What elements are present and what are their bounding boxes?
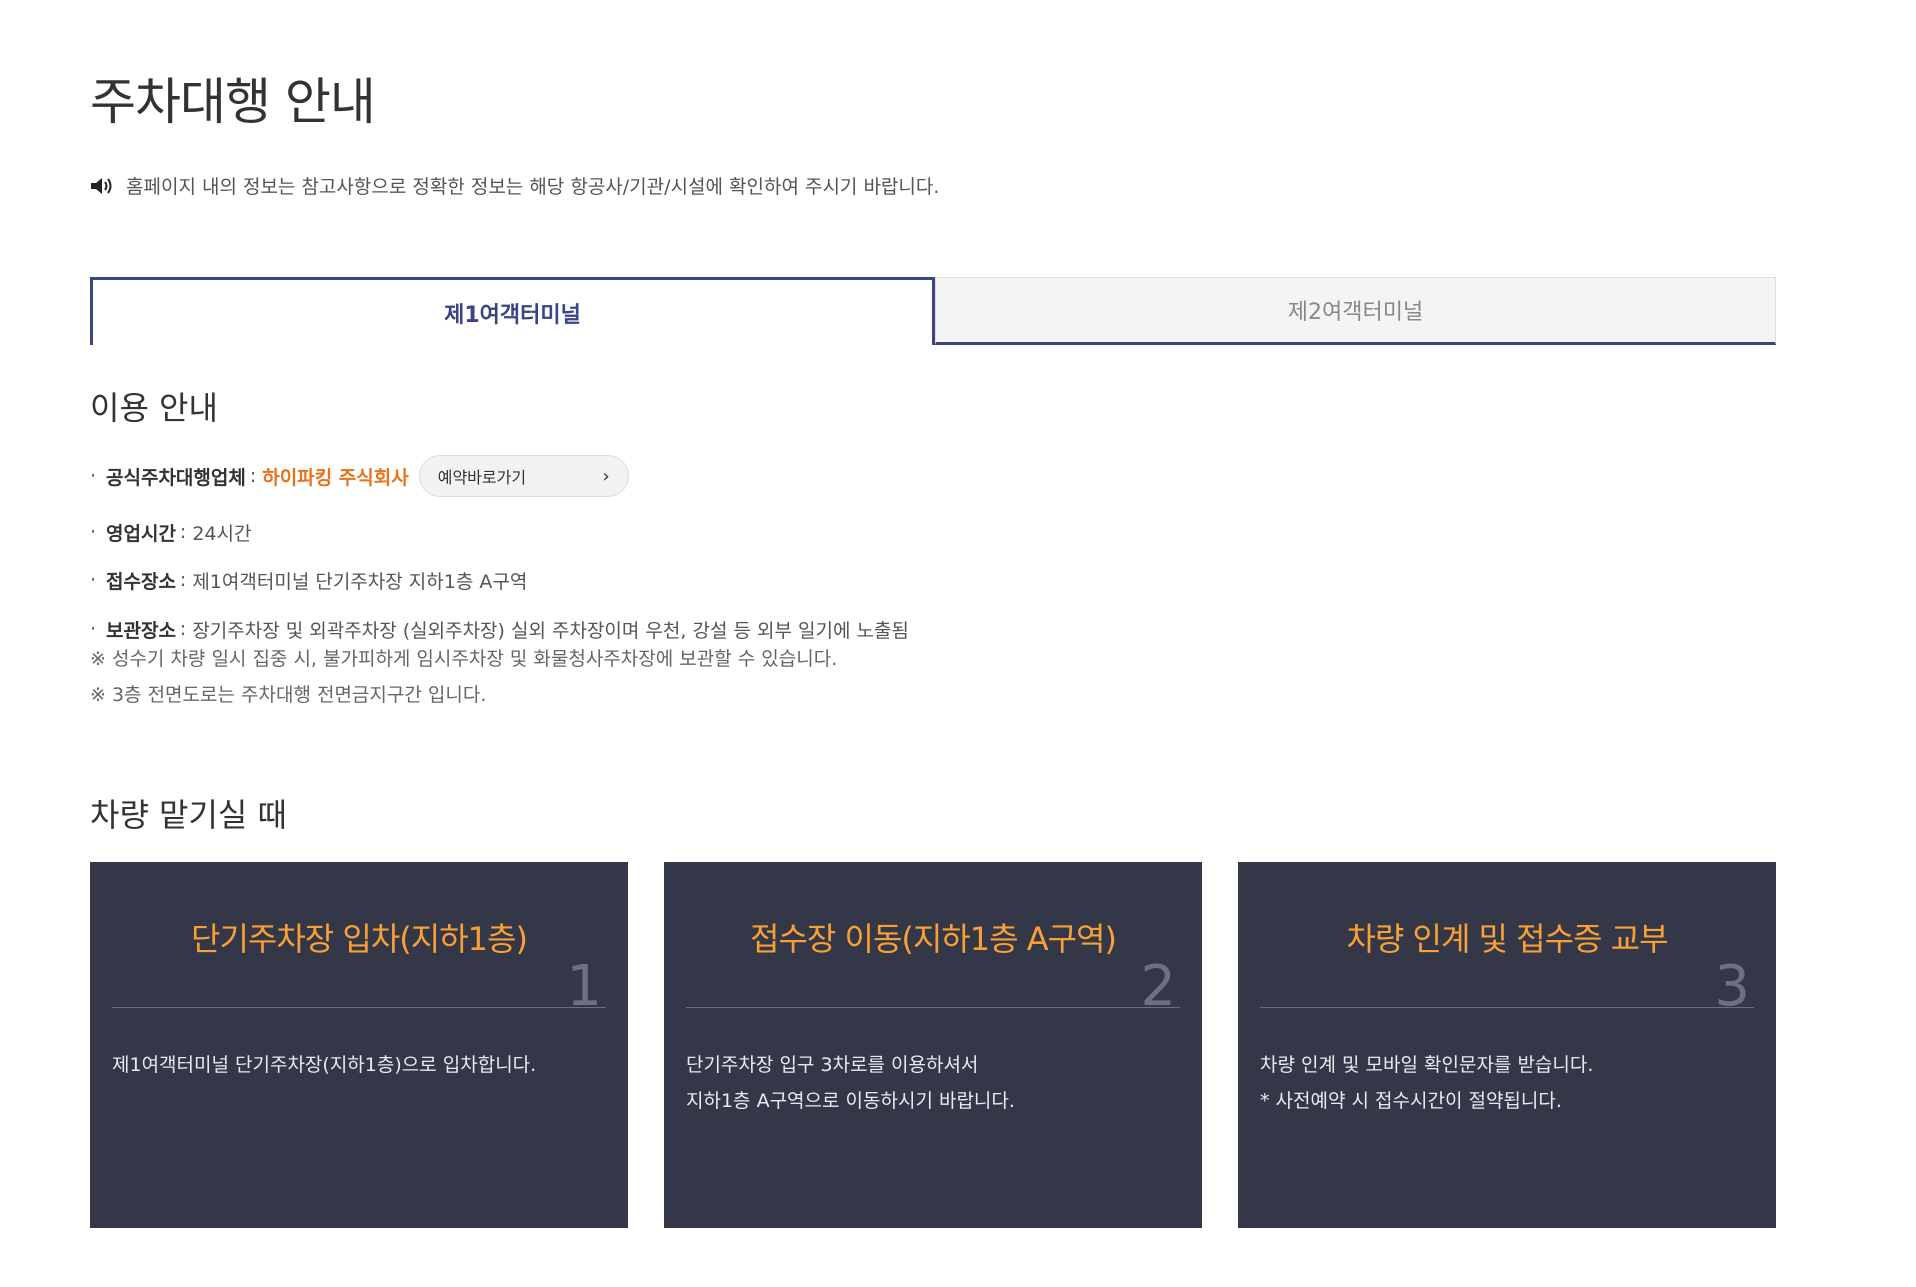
step-description-line: 제1여객터미널 단기주차장(지하1층)으로 입차합니다. (112, 1054, 537, 1076)
info-reception: · 접수장소 : 제1여객터미널 단기주차장 지하1층 A구역 (90, 565, 909, 595)
note-peak-season: ※ 성수기 차량 일시 집중 시, 불가피하게 임시주차장 및 화물청사주차장에… (90, 648, 838, 670)
reserve-button-label: 예약바로가기 (437, 468, 527, 487)
step-description-line: 차량 인계 및 모바일 확인문자를 받습니다. (1260, 1054, 1594, 1076)
hours-label: 영업시간 (106, 522, 176, 545)
terminal-tabs: 제1여객터미널 제2여객터미널 (90, 277, 1776, 345)
step-number: 1 (566, 954, 602, 1019)
info-hours: · 영업시간 : 24시간 (90, 517, 909, 547)
chevron-right-icon: › (602, 465, 610, 487)
note-no-valet-zone: ※ 3층 전면도로는 주차대행 전면금지구간 입니다. (90, 684, 487, 706)
separator: : (179, 569, 187, 591)
tab-terminal-1[interactable]: 제1여객터미널 (90, 277, 935, 345)
separator: : (249, 465, 257, 487)
step-title: 접수장 이동(지하1층 A구역) (750, 920, 1117, 958)
notice-bar: 홈페이지 내의 정보는 참고사항으로 정확한 정보는 해당 항공사/기관/시설에… (90, 172, 939, 199)
notice-text: 홈페이지 내의 정보는 참고사항으로 정확한 정보는 해당 항공사/기관/시설에… (126, 176, 940, 198)
bullet: · (90, 618, 97, 640)
bullet: · (90, 569, 97, 591)
dropoff-steps: 단기주차장 입차(지하1층) 1 제1여객터미널 단기주차장(지하1층)으로 입… (90, 862, 1776, 1228)
speaker-icon (91, 177, 112, 194)
step-description: 차량 인계 및 모바일 확인문자를 받습니다. * 사전예약 시 접수시간이 절… (1260, 1047, 1754, 1119)
step-title: 차량 인계 및 접수증 교부 (1346, 920, 1668, 958)
step-divider (1260, 1007, 1754, 1008)
operator-name: 하이파킹 주식회사 (262, 466, 409, 489)
step-divider (112, 1007, 606, 1008)
dropoff-heading: 차량 맡기실 때 (90, 796, 287, 834)
step-description-line: * 사전예약 시 접수시간이 절약됩니다. (1260, 1090, 1562, 1112)
operator-label: 공식주차대행업체 (106, 466, 246, 489)
hours-value: 24시간 (192, 522, 252, 545)
usage-info-list: · 공식주차대행업체 : 하이파킹 주식회사 예약바로가기 › · 영업시간 :… (90, 455, 909, 644)
step-divider (686, 1007, 1180, 1008)
step-card: 접수장 이동(지하1층 A구역) 2 단기주차장 입구 3차로를 이용하셔서 지… (664, 862, 1202, 1228)
bullet: · (90, 465, 97, 487)
storage-value: 장기주차장 및 외곽주차장 (실외주차장) 실외 주차장이며 우천, 강설 등 … (192, 619, 909, 642)
step-description-line: 단기주차장 입구 3차로를 이용하셔서 (686, 1054, 979, 1076)
reserve-button[interactable]: 예약바로가기 › (418, 455, 629, 497)
page-title: 주차대행 안내 (90, 73, 376, 131)
bullet: · (90, 521, 97, 543)
step-description: 제1여객터미널 단기주차장(지하1층)으로 입차합니다. (112, 1047, 606, 1083)
step-description: 단기주차장 입구 3차로를 이용하셔서 지하1층 A구역으로 이동하시기 바랍니… (686, 1047, 1180, 1119)
step-title: 단기주차장 입차(지하1층) (191, 920, 528, 958)
reception-label: 접수장소 (106, 570, 176, 593)
usage-heading: 이용 안내 (90, 389, 218, 427)
step-card: 차량 인계 및 접수증 교부 3 차량 인계 및 모바일 확인문자를 받습니다.… (1238, 862, 1776, 1228)
info-storage: · 보관장소 : 장기주차장 및 외곽주차장 (실외주차장) 실외 주차장이며 … (90, 614, 909, 644)
separator: : (179, 618, 187, 640)
separator: : (179, 521, 187, 543)
step-number: 2 (1140, 954, 1176, 1019)
info-operator: · 공식주차대행업체 : 하이파킹 주식회사 예약바로가기 › (90, 455, 909, 497)
tab-terminal-2[interactable]: 제2여객터미널 (935, 277, 1776, 345)
reception-value: 제1여객터미널 단기주차장 지하1층 A구역 (192, 570, 528, 593)
step-card: 단기주차장 입차(지하1층) 1 제1여객터미널 단기주차장(지하1층)으로 입… (90, 862, 628, 1228)
storage-label: 보관장소 (106, 619, 176, 642)
step-description-line: 지하1층 A구역으로 이동하시기 바랍니다. (686, 1090, 1015, 1112)
step-number: 3 (1714, 954, 1750, 1019)
